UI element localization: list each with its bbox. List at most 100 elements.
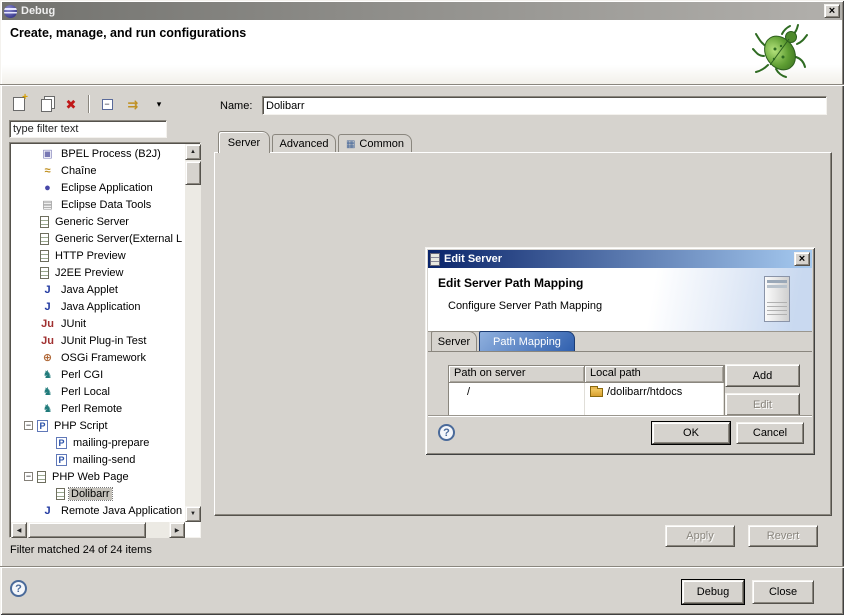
banner-separator <box>0 84 844 86</box>
path-on-server-cell: / <box>449 383 585 400</box>
tree-item-dolibarr[interactable]: Dolibarr <box>12 485 182 502</box>
add-button[interactable]: Add <box>725 364 800 387</box>
apply-button[interactable]: Apply <box>665 525 735 547</box>
tree-horizontal-scrollbar[interactable]: ◀ ▶ <box>11 522 185 538</box>
tree-item-junit-plug-in-test[interactable]: JuJUnit Plug-in Test <box>12 332 182 349</box>
tree-item-cha-ne[interactable]: ≈ Chaîne <box>12 162 182 179</box>
tree-item-mailing-prepare[interactable]: Pmailing-prepare <box>12 434 182 451</box>
collapse-all-icon <box>102 99 113 110</box>
table-icon: ▦ <box>346 139 355 150</box>
tree-item-label: PHP Script <box>52 420 110 432</box>
scroll-up-button[interactable]: ▲ <box>185 144 201 160</box>
delete-configuration-button[interactable]: ✖ <box>60 93 82 115</box>
tree-item-generic-server[interactable]: Generic Server <box>12 213 182 230</box>
edit-button[interactable]: Edit <box>725 393 800 415</box>
tree-item-osgi-framework[interactable]: ⊕OSGi Framework <box>12 349 182 366</box>
banner-heading: Create, manage, and run configurations <box>10 26 246 40</box>
tree-item-perl-local[interactable]: ♞Perl Local <box>12 383 182 400</box>
edit-server-header: Edit Server Path Mapping Configure Serve… <box>428 268 812 332</box>
tree-item-php-script[interactable]: −P PHP Script <box>12 417 182 434</box>
column-local-path: Local path <box>585 366 724 383</box>
tree-item-eclipse-data-tools[interactable]: ▤Eclipse Data Tools <box>12 196 182 213</box>
tree-item-http-preview[interactable]: HTTP Preview <box>12 247 182 264</box>
collapse-all-button[interactable] <box>96 93 118 115</box>
server-icon <box>40 267 49 279</box>
path-mapping-table: Path on server Local path //dolibarr/htd… <box>448 365 725 415</box>
debug-dialog-window: Debug × Create, manage, and run configur… <box>0 0 844 615</box>
scroll-thumb[interactable] <box>28 522 146 538</box>
tree-item-php-web-page[interactable]: −PHP Web Page <box>12 468 182 485</box>
filter-input[interactable] <box>9 120 167 138</box>
path-mapping-row[interactable]: //dolibarr/htdocs <box>449 383 724 400</box>
tree-item-label: Eclipse Data Tools <box>59 199 153 211</box>
string-substitution-icon: ≈ <box>40 164 55 178</box>
eclipse-logo-icon <box>4 5 17 18</box>
ok-button[interactable]: OK <box>652 422 730 444</box>
tree-item-label: Remote Java Application <box>59 505 182 517</box>
server-icon <box>40 216 49 228</box>
tree-item-label: J2EE Preview <box>53 267 125 279</box>
tree-item-junit[interactable]: JuJUnit <box>12 315 182 332</box>
php-icon: P <box>37 420 48 432</box>
edit-server-close-button[interactable]: × <box>794 252 810 266</box>
edit-server-subheading: Configure Server Path Mapping <box>448 300 602 312</box>
edit-server-title: Edit Server <box>444 253 794 265</box>
tree-vertical-scrollbar[interactable]: ▲ ▼ <box>185 144 201 522</box>
delete-configuration-icon: ✖ <box>66 98 77 111</box>
filter-icon: ⇉ <box>128 98 139 111</box>
server-icon <box>37 471 46 483</box>
tree-item-label: Chaîne <box>59 165 98 177</box>
tree-item-java-application[interactable]: JJava Application <box>12 298 182 315</box>
toolbar-menu-arrow-button[interactable]: ▾ <box>148 93 170 115</box>
tree-item-j2ee-preview[interactable]: J2EE Preview <box>12 264 182 281</box>
tree-item-perl-cgi[interactable]: ♞Perl CGI <box>12 366 182 383</box>
debug-button[interactable]: Debug <box>682 580 744 604</box>
duplicate-configuration-button[interactable] <box>34 93 56 115</box>
configurations-tree: ▣BPEL Process (B2J) ≈ Chaîne ●Eclipse Appli… <box>9 142 201 538</box>
new-configuration-button[interactable] <box>8 93 30 115</box>
tree-item-label: Generic Server <box>53 216 131 228</box>
tree-item-label: mailing-send <box>71 454 137 466</box>
help-button[interactable]: ? <box>10 580 27 597</box>
dialog-help-button[interactable]: ? <box>438 424 455 441</box>
tree-item-eclipse-application[interactable]: ●Eclipse Application <box>12 179 182 196</box>
dialog-tab-server[interactable]: Server <box>431 331 477 352</box>
tree-rows: ▣BPEL Process (B2J) ≈ Chaîne ●Eclipse Appli… <box>12 145 182 519</box>
server-icon <box>40 233 49 245</box>
filter-status: Filter matched 24 of 24 items <box>10 544 152 556</box>
tree-item-generic-server-external-la[interactable]: Generic Server(External La <box>12 230 182 247</box>
window-close-button[interactable]: × <box>824 4 840 18</box>
toolbar-separator <box>88 95 90 113</box>
junit-plugin-test-icon: Ju <box>40 334 55 348</box>
server-icon <box>430 253 440 266</box>
close-button[interactable]: Close <box>752 580 814 604</box>
tab-server[interactable]: Server <box>218 131 270 153</box>
name-input[interactable] <box>262 96 827 115</box>
tree-item-perl-remote[interactable]: ♞Perl Remote <box>12 400 182 417</box>
perl-icon: ♞ <box>40 385 55 399</box>
tab-common[interactable]: ▦ Common <box>338 134 412 153</box>
scroll-left-button[interactable]: ◀ <box>11 522 27 538</box>
scroll-down-button[interactable]: ▼ <box>185 506 201 522</box>
tree-expander-icon[interactable]: − <box>24 472 33 481</box>
tree-item-java-applet[interactable]: JJava Applet <box>12 281 182 298</box>
footer-separator <box>0 566 844 568</box>
scroll-thumb[interactable] <box>185 161 201 185</box>
tree-item-mailing-send[interactable]: Pmailing-send <box>12 451 182 468</box>
tab-advanced[interactable]: Advanced <box>272 134 336 153</box>
window-titlebar: Debug × <box>2 2 842 20</box>
dialog-tab-path-mapping[interactable]: Path Mapping <box>479 331 575 352</box>
banner: Create, manage, and run configurations <box>2 20 842 84</box>
tree-expander-icon[interactable]: − <box>24 421 33 430</box>
scroll-right-button[interactable]: ▶ <box>169 522 185 538</box>
tree-item-label: OSGi Framework <box>59 352 148 364</box>
tree-item-remote-java-application[interactable]: JRemote Java Application <box>12 502 182 519</box>
new-configuration-icon <box>13 97 25 111</box>
tree-item-bpel-process-b2j[interactable]: ▣BPEL Process (B2J) <box>12 145 182 162</box>
cancel-button[interactable]: Cancel <box>736 422 804 444</box>
column-path-on-server: Path on server <box>449 366 585 383</box>
tree-item-label: Eclipse Application <box>59 182 155 194</box>
filter-button[interactable]: ⇉ <box>122 93 144 115</box>
toolbar-menu-arrow-icon: ▾ <box>157 99 162 110</box>
revert-button[interactable]: Revert <box>748 525 818 547</box>
